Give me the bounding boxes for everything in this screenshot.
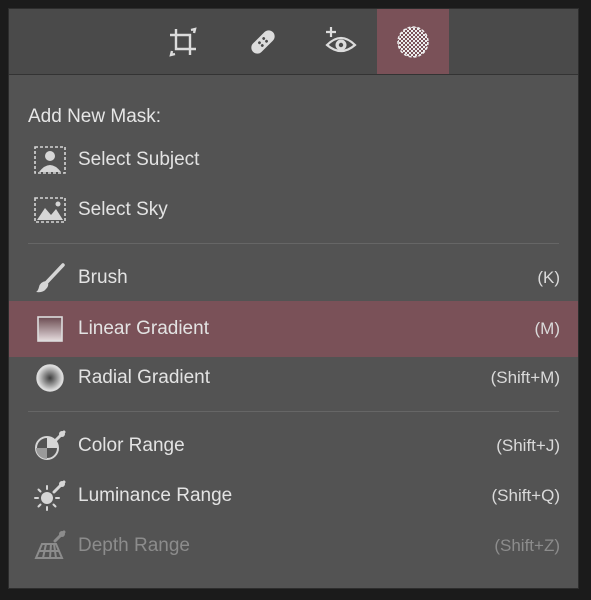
- shortcut-hint: (Shift+Z): [494, 536, 560, 555]
- divider: [28, 411, 559, 412]
- menu-item-label: Linear Gradient: [78, 318, 209, 339]
- menu-item-radial-gradient[interactable]: Radial Gradient (Shift+M): [9, 353, 578, 403]
- menu-item-linear-gradient[interactable]: Linear Gradient (M): [9, 301, 578, 357]
- healing-bandage-icon: [251, 29, 275, 54]
- menu-item-depth-range[interactable]: Depth Range (Shift+Z): [9, 521, 578, 571]
- luminance-range-icon: [33, 479, 67, 513]
- shortcut-hint: (Shift+Q): [491, 486, 561, 505]
- add-new-mask-heading: Add New Mask:: [28, 106, 162, 127]
- crop-tool-button[interactable]: [147, 9, 219, 74]
- menu-item-label: Brush: [78, 267, 128, 288]
- menu-item-label: Radial Gradient: [78, 367, 211, 388]
- divider: [28, 243, 559, 244]
- masking-icon: [397, 25, 429, 58]
- menu-item-label: Luminance Range: [78, 485, 233, 506]
- red-eye-tool-button[interactable]: [305, 9, 377, 74]
- brush-icon: [33, 261, 67, 295]
- masking-tool-button[interactable]: [377, 9, 449, 74]
- menu-item-brush[interactable]: Brush (K): [9, 253, 578, 303]
- linear-gradient-icon: [33, 312, 67, 346]
- depth-range-icon: [33, 529, 67, 563]
- menu-item-color-range[interactable]: Color Range (Shift+J): [9, 421, 578, 471]
- menu-item-label: Depth Range: [78, 535, 190, 556]
- red-eye-icon: [325, 26, 357, 52]
- menu-item-label: Select Sky: [78, 199, 168, 220]
- menu-item-label: Select Subject: [78, 149, 200, 170]
- tool-strip: [9, 9, 578, 75]
- menu-item-label: Color Range: [78, 435, 185, 456]
- menu-item-select-sky[interactable]: Select Sky: [9, 185, 578, 235]
- shortcut-hint: (Shift+M): [490, 368, 560, 387]
- shortcut-hint: (K): [537, 268, 560, 287]
- shortcut-hint: (Shift+J): [496, 436, 560, 455]
- masking-panel: Add New Mask: Select Subject Select Sky: [8, 8, 579, 589]
- subject-icon: [33, 143, 67, 177]
- shortcut-hint: (M): [534, 319, 560, 338]
- color-range-icon: [33, 429, 67, 463]
- radial-gradient-icon: [33, 361, 67, 395]
- sky-icon: [33, 193, 67, 227]
- crop-icon: [169, 26, 197, 57]
- healing-tool-button[interactable]: [227, 9, 299, 74]
- menu-item-luminance-range[interactable]: Luminance Range (Shift+Q): [9, 471, 578, 521]
- menu-item-select-subject[interactable]: Select Subject: [9, 135, 578, 185]
